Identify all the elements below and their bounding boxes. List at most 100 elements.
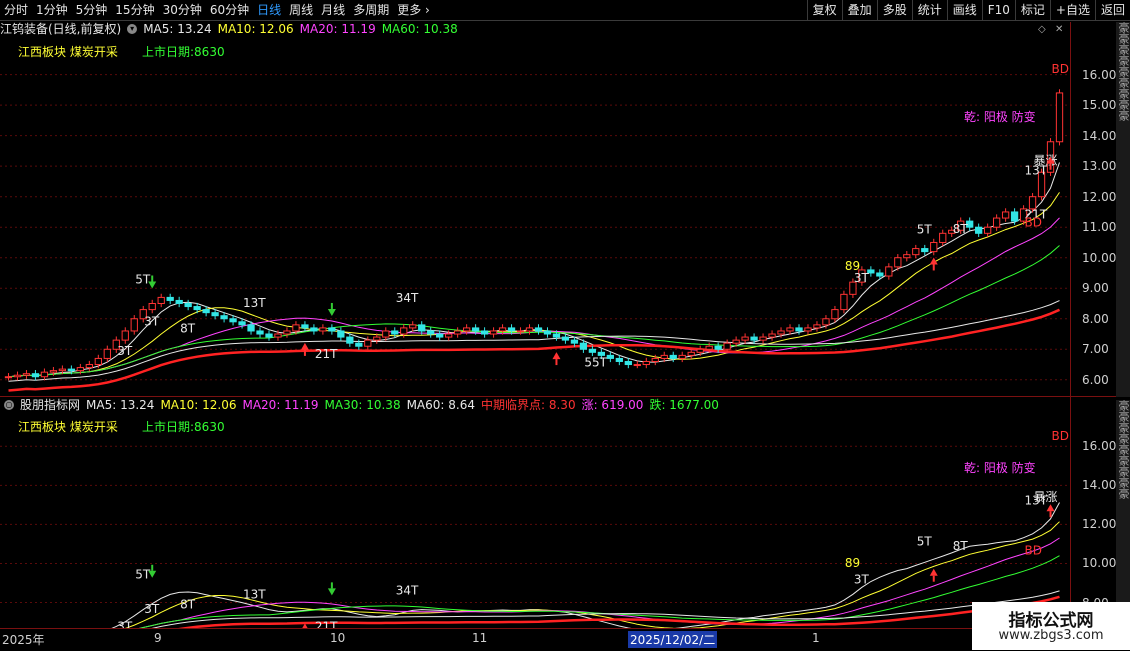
candle-body (319, 327, 327, 332)
toolbar-button[interactable]: 复权 (806, 0, 842, 20)
ma-line (8, 502, 1060, 641)
annotation-label: 21T (315, 347, 338, 361)
ma-value: MA60: 8.64 (406, 398, 475, 412)
period-tab[interactable]: 周线 (285, 0, 317, 20)
candle-body (85, 364, 93, 369)
candle-body (40, 371, 49, 378)
toolbar-button[interactable]: 统计 (911, 0, 947, 20)
annotation-label: BD (1052, 62, 1069, 76)
candle-body (121, 330, 129, 341)
sub-chart-title[interactable]: 股朋指标网 (20, 397, 80, 413)
candle-body (678, 354, 686, 359)
toolbar-button[interactable]: 标记 (1014, 0, 1050, 20)
candle-body (795, 327, 803, 332)
candle-body (1055, 92, 1064, 143)
toolbar-right-buttons: 复权 叠加 多股 统计 画线 F10 标记 +自选 返回 (806, 0, 1130, 20)
candle-body (912, 248, 920, 256)
arrow-up-icon (552, 352, 561, 360)
kline-chart[interactable]: 5T3T3T8T13T21T34T55T893T5T 8T13T21T暴涨BDBD… (0, 0, 1130, 650)
candle-body (148, 303, 156, 311)
candle-body (355, 342, 363, 347)
period-tab[interactable]: 60分钟 (206, 0, 253, 20)
y-tick-label: 6.00 (1082, 372, 1109, 387)
candle-body (462, 327, 471, 332)
period-tab[interactable]: 分时 (0, 0, 32, 20)
arrow-down-icon (327, 588, 336, 596)
ma-value: 中期临界点: 8.30 (481, 398, 576, 412)
candle-body (561, 336, 570, 341)
candle-body (948, 229, 956, 234)
y-tick-label: 9.00 (1082, 281, 1109, 296)
toolbar-button[interactable]: 叠加 (841, 0, 877, 20)
candle-body (292, 324, 300, 332)
candle-body (220, 315, 228, 320)
toolbar-button[interactable]: F10 (981, 0, 1015, 20)
candle-body (579, 342, 588, 350)
period-tab[interactable]: 日线 (253, 0, 285, 20)
candle-body (247, 324, 255, 332)
candle-body (139, 309, 147, 320)
candle-body (337, 330, 345, 338)
candle-body (669, 354, 677, 359)
candle-body (867, 269, 875, 274)
settings-icon[interactable]: ○ (4, 400, 14, 410)
period-tab[interactable]: 5分钟 (72, 0, 112, 20)
period-tab[interactable]: 1分钟 (32, 0, 72, 20)
period-tab[interactable]: 15分钟 (111, 0, 158, 20)
arrow-up-icon (929, 568, 938, 576)
period-tab[interactable]: 多周期 (349, 0, 393, 20)
annotation-label: 55T (584, 355, 607, 369)
candle-body (391, 330, 399, 335)
period-tab[interactable]: 更多 › (393, 0, 434, 20)
close-icon[interactable]: ✕ (1055, 24, 1063, 35)
candle-body (633, 364, 641, 367)
annotation-label: 13T (1025, 164, 1048, 178)
ma-line (8, 217, 1060, 378)
annotation-label: 暴涨 (1034, 489, 1058, 504)
candle-body (112, 339, 120, 350)
right-info-strip[interactable]: 豪豪豪豪豪豪豪豪豪 (1116, 22, 1130, 397)
main-chart-title[interactable]: 江钨装备(日线,前复权) (0, 21, 121, 37)
diamond-icon[interactable]: ◇ (1038, 24, 1046, 35)
annotation-label: 3T (117, 344, 133, 358)
annotation-label: 8T (180, 322, 196, 336)
arrow-down-icon (148, 570, 157, 578)
sub-signal-label: 乾: 阳极 防变 (964, 461, 1036, 475)
toolbar-button[interactable]: 画线 (946, 0, 982, 20)
annotation-label: 5T (135, 273, 151, 287)
ma-value: MA5: 13.24 (143, 22, 212, 36)
candle-body (660, 354, 668, 359)
candle-body (804, 327, 812, 332)
ma-value: MA10: 12.06 (217, 22, 294, 36)
watermark-logo: 指标公式网 www.zbgs3.com (972, 602, 1130, 650)
toolbar-button[interactable]: +自选 (1049, 0, 1095, 20)
candle-body (552, 333, 561, 338)
ma-value: MA60: 10.38 (381, 22, 458, 36)
candle-body (480, 330, 489, 335)
candle-body (894, 257, 902, 268)
period-tab[interactable]: 30分钟 (159, 0, 206, 20)
candle-body (130, 318, 138, 332)
candle-body (471, 327, 480, 332)
annotation-label: 13T (1025, 493, 1048, 507)
candle-body (786, 327, 794, 332)
toolbar-button[interactable]: 多股 (876, 0, 912, 20)
date-axis[interactable]: 2025年 9 10 11 2025/12/02/二 1 (0, 628, 1116, 651)
candle-body (516, 330, 525, 333)
main-signal-label: 乾: 阳极 防变 (964, 110, 1036, 124)
candle-body (328, 327, 336, 332)
dropdown-icon[interactable]: ▾ (127, 24, 138, 34)
period-tab[interactable]: 月线 (317, 0, 349, 20)
ma-value: MA5: 13.24 (86, 398, 155, 412)
candle-body (193, 306, 201, 311)
candle-body (984, 226, 992, 234)
candle-body (229, 318, 237, 323)
candle-body (238, 321, 246, 326)
arrow-up-icon (1046, 156, 1055, 164)
toolbar-button[interactable]: 返回 (1094, 0, 1130, 20)
annotation-label: 21T (1025, 208, 1048, 222)
candle-body (750, 336, 758, 341)
right-info-strip-lower[interactable]: 豪豪豪豪豪豪豪豪豪 (1116, 400, 1130, 630)
candle-body (975, 226, 983, 234)
candle-body (76, 367, 84, 372)
